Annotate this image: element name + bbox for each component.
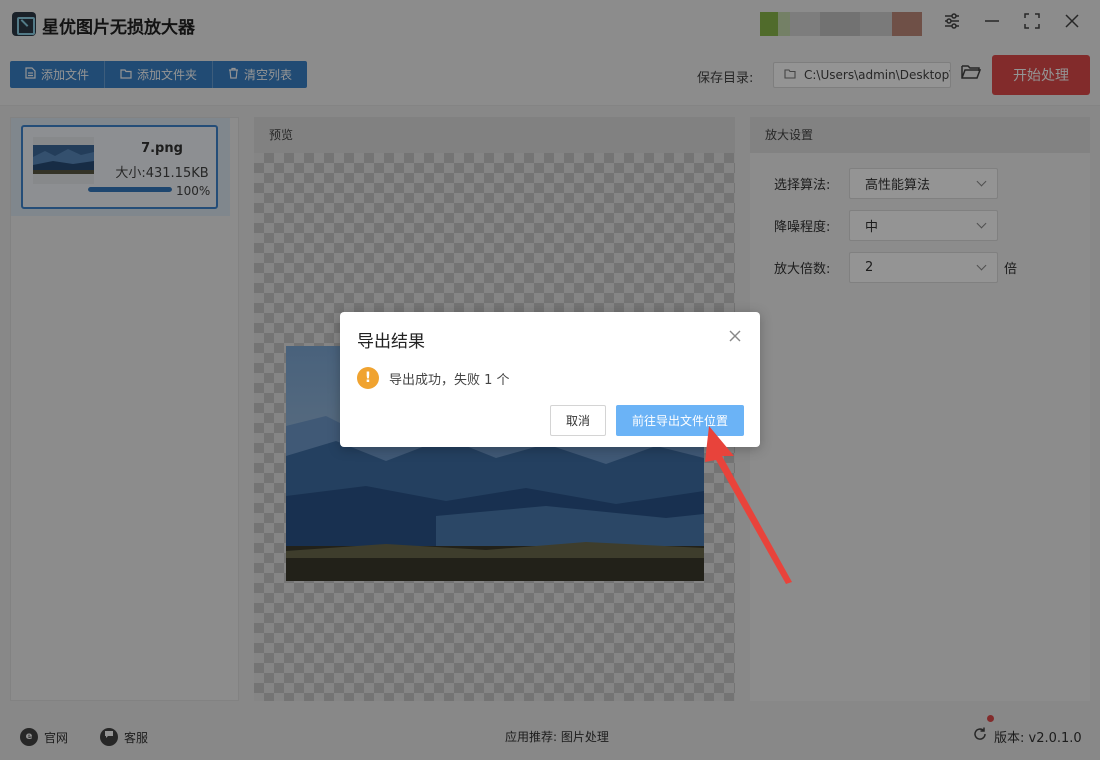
cancel-button[interactable]: 取消 xyxy=(550,405,606,436)
pointer-arrow-icon xyxy=(705,426,792,584)
dialog-message-row: ! 导出成功，失败 1 个 xyxy=(357,367,510,389)
dialog-close-icon[interactable] xyxy=(728,329,742,343)
export-result-dialog: 导出结果 ! 导出成功，失败 1 个 取消 前往导出文件位置 xyxy=(340,312,760,447)
dialog-message: 导出成功，失败 1 个 xyxy=(389,372,510,388)
warning-icon: ! xyxy=(357,367,379,389)
dialog-title: 导出结果 xyxy=(357,332,425,352)
